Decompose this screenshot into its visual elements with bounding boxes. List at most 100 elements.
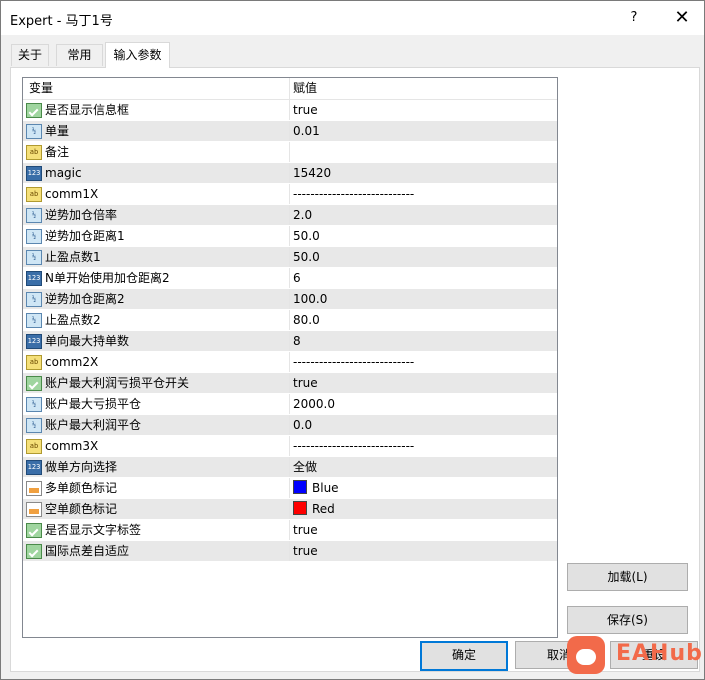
parameter-row[interactable]: ½ 账户最大利润平仓 0.0	[23, 415, 557, 436]
parameter-row[interactable]: ½ 逆势加仓距离1 50.0	[23, 226, 557, 247]
bool-icon	[26, 523, 42, 538]
parameter-value[interactable]: 0.0	[293, 415, 555, 435]
column-divider	[289, 163, 290, 183]
parameter-row[interactable]: 123 做单方向选择 全做	[23, 457, 557, 478]
eahub-logo-icon	[567, 636, 605, 674]
bool-icon	[26, 544, 42, 559]
parameter-row[interactable]: ab comm2X ----------------------------	[23, 352, 557, 373]
parameter-value[interactable]: 0.01	[293, 121, 555, 141]
parameter-value[interactable]: ----------------------------	[293, 436, 555, 456]
parameter-name: comm3X	[45, 439, 99, 453]
color-name: Red	[312, 502, 335, 516]
column-divider	[289, 457, 290, 477]
parameter-value[interactable]: 80.0	[293, 310, 555, 330]
int-icon: 123	[26, 334, 42, 349]
parameter-value[interactable]: 2000.0	[293, 394, 555, 414]
parameter-value[interactable]: 6	[293, 268, 555, 288]
parameter-value[interactable]: 全做	[293, 457, 555, 477]
column-divider	[289, 268, 290, 288]
parameter-name: 止盈点数2	[45, 313, 101, 327]
color-icon	[26, 481, 42, 496]
parameter-name: 备注	[45, 145, 70, 159]
parameter-value[interactable]: 8	[293, 331, 555, 351]
parameter-value[interactable]	[293, 142, 555, 162]
parameter-name: 止盈点数1	[45, 250, 101, 264]
parameter-value[interactable]: 100.0	[293, 289, 555, 309]
parameter-row[interactable]: 是否显示信息框 true	[23, 100, 557, 121]
column-header-value[interactable]: 赋值	[290, 78, 553, 99]
parameter-row[interactable]: ½ 账户最大亏损平仓 2000.0	[23, 394, 557, 415]
column-header-variable[interactable]: 变量	[23, 78, 290, 99]
parameter-row[interactable]: 多单颜色标记 Blue	[23, 478, 557, 499]
parameter-row[interactable]: 空单颜色标记 Red	[23, 499, 557, 520]
eahub-watermark: EAHub	[564, 633, 704, 679]
parameter-value[interactable]: true	[293, 520, 555, 540]
tab-common[interactable]: 常用	[56, 44, 103, 66]
int-icon: 123	[26, 271, 42, 286]
int-icon: 123	[26, 166, 42, 181]
column-divider	[289, 331, 290, 351]
parameter-name: 做单方向选择	[45, 460, 118, 474]
parameter-value[interactable]: 50.0	[293, 226, 555, 246]
parameter-value[interactable]: Red	[293, 499, 555, 519]
grid-header: 变量 赋值	[23, 78, 557, 100]
parameter-row[interactable]: ½ 逆势加仓距离2 100.0	[23, 289, 557, 310]
column-divider	[289, 247, 290, 267]
parameter-value[interactable]: true	[293, 373, 555, 393]
parameter-name: 单量	[45, 124, 70, 138]
double-icon: ½	[26, 208, 42, 223]
parameter-value[interactable]: 50.0	[293, 247, 555, 267]
parameter-name: 逆势加仓距离1	[45, 229, 125, 243]
column-divider	[289, 310, 290, 330]
parameter-name: magic	[45, 166, 82, 180]
parameter-row[interactable]: 123 单向最大持单数 8	[23, 331, 557, 352]
parameter-row[interactable]: 国际点差自适应 true	[23, 541, 557, 562]
string-icon: ab	[26, 439, 42, 454]
parameter-name: 空单颜色标记	[45, 502, 118, 516]
parameter-value[interactable]: Blue	[293, 478, 555, 498]
parameter-row[interactable]: 123 magic 15420	[23, 163, 557, 184]
parameter-value[interactable]: ----------------------------	[293, 184, 555, 204]
parameter-name: comm2X	[45, 355, 99, 369]
parameter-row[interactable]: ½ 单量 0.01	[23, 121, 557, 142]
parameter-value[interactable]: ----------------------------	[293, 352, 555, 372]
string-icon: ab	[26, 187, 42, 202]
column-divider	[289, 100, 290, 120]
parameter-row[interactable]: ab comm3X ----------------------------	[23, 436, 557, 457]
parameter-row[interactable]: 账户最大利润亏损平仓开关 true	[23, 373, 557, 394]
parameter-name: 多单颜色标记	[45, 481, 118, 495]
watermark-text: EAHub	[616, 641, 703, 666]
parameter-name: 是否显示信息框	[45, 103, 130, 117]
column-divider	[289, 226, 290, 246]
parameter-row[interactable]: ½ 止盈点数2 80.0	[23, 310, 557, 331]
save-button[interactable]: 保存(S)	[567, 606, 688, 634]
color-swatch	[293, 480, 307, 494]
parameter-value[interactable]: 2.0	[293, 205, 555, 225]
column-divider	[289, 352, 290, 372]
column-divider	[289, 373, 290, 393]
tab-inputs[interactable]: 输入参数	[105, 42, 170, 68]
parameter-name: 国际点差自适应	[45, 544, 130, 558]
parameter-name: 账户最大利润亏损平仓开关	[45, 376, 190, 390]
string-icon: ab	[26, 355, 42, 370]
parameter-row[interactable]: 是否显示文字标签 true	[23, 520, 557, 541]
close-icon[interactable]: ✕	[667, 5, 697, 31]
column-divider	[289, 289, 290, 309]
parameters-grid[interactable]: 变量 赋值 是否显示信息框 true ½ 单量 0.01 ab 备注 123 magic 1542…	[22, 77, 558, 638]
parameter-value[interactable]: true	[293, 541, 555, 561]
title-bar[interactable]: Expert - 马丁1号 ? ✕	[1, 1, 704, 35]
parameter-name: 逆势加仓倍率	[45, 208, 118, 222]
inputs-panel: 变量 赋值 是否显示信息框 true ½ 单量 0.01 ab 备注 123 magic 1542…	[10, 67, 700, 672]
parameter-row[interactable]: ½ 逆势加仓倍率 2.0	[23, 205, 557, 226]
help-icon[interactable]: ?	[621, 5, 647, 31]
ok-button[interactable]: 确定	[420, 641, 508, 671]
parameter-row[interactable]: ½ 止盈点数1 50.0	[23, 247, 557, 268]
parameter-value[interactable]: true	[293, 100, 555, 120]
parameter-row[interactable]: ab 备注	[23, 142, 557, 163]
parameter-row[interactable]: 123 N单开始使用加仓距离2 6	[23, 268, 557, 289]
tab-about[interactable]: 关于	[11, 44, 49, 66]
double-icon: ½	[26, 313, 42, 328]
parameter-row[interactable]: ab comm1X ----------------------------	[23, 184, 557, 205]
load-button[interactable]: 加载(L)	[567, 563, 688, 591]
parameter-value[interactable]: 15420	[293, 163, 555, 183]
